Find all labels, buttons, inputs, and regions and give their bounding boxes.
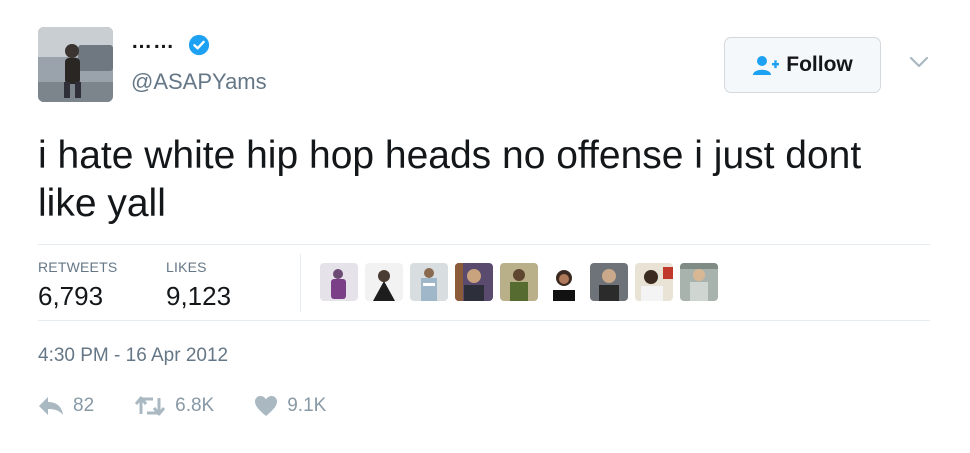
- reply-count: 82: [73, 395, 95, 416]
- likes-count[interactable]: 9,123: [166, 281, 231, 312]
- tweet-text: i hate white hip hop heads no offense i …: [38, 134, 862, 225]
- liker-avatars: [320, 263, 718, 301]
- reply-icon: [39, 397, 63, 415]
- divider-top: [38, 244, 930, 245]
- retweets-count[interactable]: 6,793: [38, 281, 103, 312]
- liker-avatar[interactable]: [365, 263, 403, 301]
- tweet-timestamp[interactable]: 4:30 PM - 16 Apr 2012: [38, 345, 228, 367]
- liker-avatar[interactable]: [635, 263, 673, 301]
- user-handle[interactable]: @ASAPYams: [131, 69, 267, 95]
- liker-avatar[interactable]: [680, 263, 718, 301]
- tweet-actions: 82 6.8K 9.1K: [38, 395, 366, 417]
- follow-button-label: Follow: [786, 53, 853, 76]
- retweet-icon: [134, 396, 166, 416]
- like-count: 9.1K: [287, 395, 327, 416]
- liker-avatar[interactable]: [320, 263, 358, 301]
- display-name[interactable]: ……: [131, 30, 175, 54]
- liker-avatar[interactable]: [590, 263, 628, 301]
- avatar-image: [38, 27, 113, 102]
- divider-bottom: [38, 320, 930, 321]
- retweet-button[interactable]: 6.8K: [134, 395, 214, 417]
- verified-badge-icon: [188, 34, 210, 56]
- retweet-count: 6.8K: [175, 395, 215, 416]
- liker-avatar[interactable]: [545, 263, 583, 301]
- liker-avatar[interactable]: [455, 263, 493, 301]
- avatar[interactable]: [38, 27, 113, 102]
- heart-icon: [255, 396, 278, 416]
- liker-avatar[interactable]: [500, 263, 538, 301]
- add-user-icon: [753, 56, 780, 75]
- chevron-down-icon[interactable]: [908, 54, 930, 70]
- retweets-label: RETWEETS: [38, 259, 118, 275]
- likes-label: LIKES: [166, 259, 207, 275]
- stats-divider: [300, 254, 301, 312]
- reply-button[interactable]: 82: [38, 395, 94, 417]
- liker-avatar[interactable]: [410, 263, 448, 301]
- like-button[interactable]: 9.1K: [254, 395, 326, 417]
- follow-button[interactable]: Follow: [724, 37, 881, 93]
